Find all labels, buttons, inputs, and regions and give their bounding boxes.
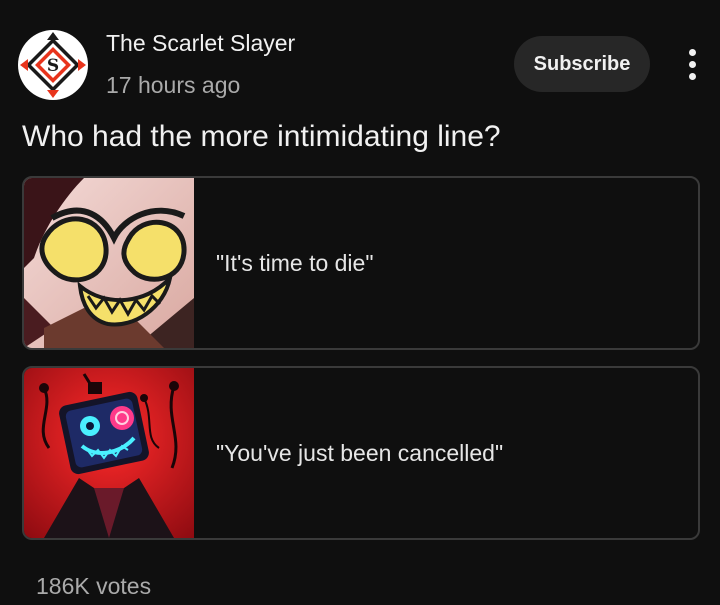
option-2-label: "You've just been cancelled" [216, 439, 504, 466]
post-timestamp: 17 hours ago [106, 72, 241, 98]
menu-dot [688, 48, 696, 56]
poll-option-1[interactable]: "It's time to die" [22, 176, 700, 350]
option-1-image [24, 178, 194, 348]
svg-text:S: S [47, 56, 59, 76]
menu-dot [688, 60, 696, 68]
option-1-label: "It's time to die" [216, 249, 374, 276]
scarlet-slayer-logo-icon: S [18, 30, 88, 100]
vox-tv-head-image [24, 368, 194, 538]
poll-option-2[interactable]: "You've just been cancelled" [22, 366, 700, 540]
channel-avatar[interactable]: S [18, 30, 88, 100]
menu-dot [688, 72, 696, 80]
subscribe-button[interactable]: Subscribe [514, 36, 650, 92]
channel-name[interactable]: The Scarlet Slayer [106, 30, 295, 57]
more-vert-icon[interactable] [676, 42, 708, 86]
vote-count: 186K votes [36, 573, 152, 599]
poll-question: Who had the more intimidating line? [22, 120, 501, 153]
option-2-image [24, 368, 194, 538]
alastor-grin-image [24, 178, 194, 348]
